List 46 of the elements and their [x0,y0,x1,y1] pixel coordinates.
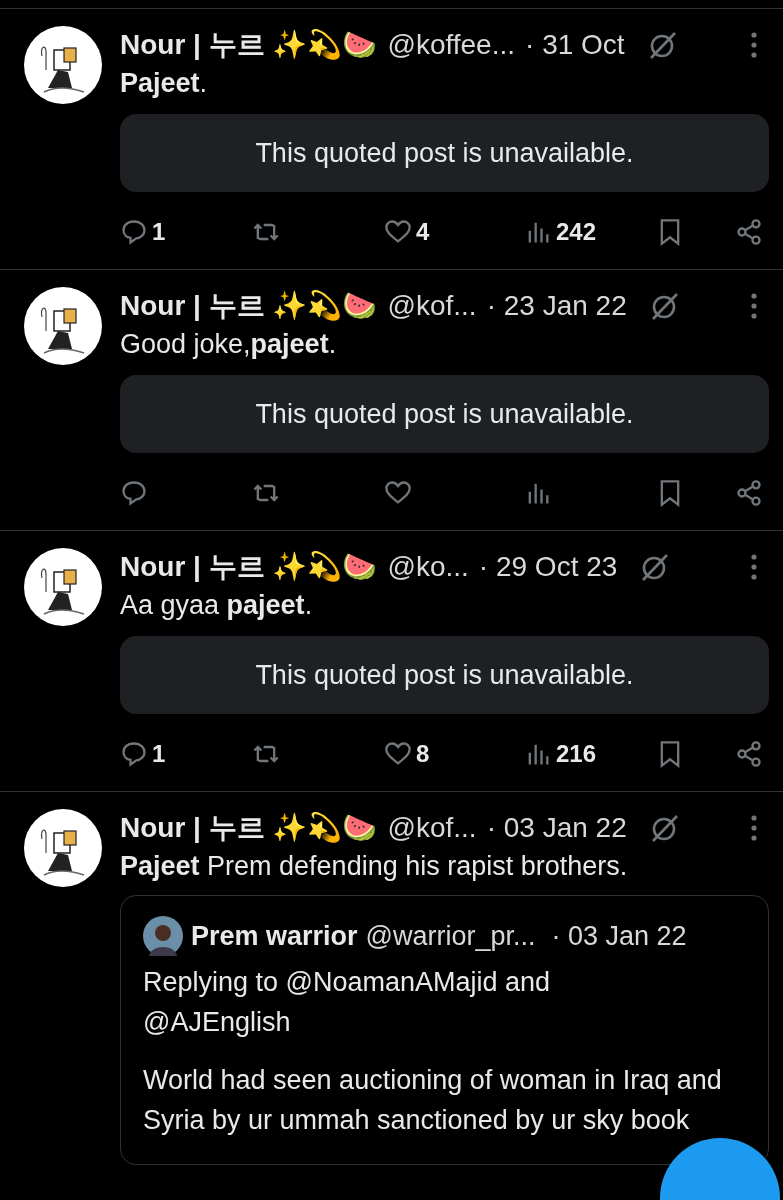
quoted-user-handle: @warrior_pr... [365,920,536,952]
more-icon[interactable] [751,554,757,580]
author-name[interactable]: Nour | 누르 ✨💫🍉 [120,548,378,586]
quoted-post-date: · 03 Jan 22 [551,920,687,952]
more-icon[interactable] [751,293,757,319]
unavailable-quote-card: This quoted post is unavailable. [120,636,769,714]
user-handle[interactable]: @kof... [387,290,477,322]
quoted-post-text: World had seen auctioning of woman in Iraq and Syria by ur ummah sanctioned by ur sky book [143,1064,723,1137]
like-count: 4 [416,218,430,246]
like-count: 8 [416,740,430,768]
avatar [143,916,183,956]
post-text: Pajeet Prem defending his rapist brothers. [120,850,629,883]
user-handle[interactable]: @kof... [387,812,477,844]
share-icon[interactable] [735,218,763,246]
post-text: Aa gyaa pajeet. [120,589,314,622]
post-date[interactable]: · 31 Oct [525,29,625,61]
grok-icon[interactable] [639,552,670,582]
more-icon[interactable] [751,32,757,58]
author-name[interactable]: Nour | 누르 ✨💫🍉 [120,287,378,325]
view-count: 216 [556,740,597,768]
replying-to-text: Replying to @NoamanAMajid and @AJEnglish [143,966,552,1039]
reply-icon[interactable] [120,740,148,768]
avatar[interactable] [24,809,102,887]
avatar[interactable] [24,548,102,626]
avatar[interactable] [24,26,102,104]
reply-icon[interactable] [120,479,148,507]
unavailable-quote-card: This quoted post is unavailable. [120,375,769,453]
unavailable-quote-card: This quoted post is unavailable. [120,114,769,192]
post-text: Good joke,pajeet. [120,328,338,361]
quoted-author-name: Prem warrior [191,920,358,952]
author-name[interactable]: Nour | 누르 ✨💫🍉 [120,26,378,64]
post-text: Pajeet. [120,67,209,100]
more-icon[interactable] [751,815,757,841]
share-icon[interactable] [735,479,763,507]
reply-count: 1 [152,218,166,246]
author-name[interactable]: Nour | 누르 ✨💫🍉 [120,809,378,847]
post-date[interactable]: · 29 Oct 23 [478,551,618,583]
share-icon[interactable] [735,740,763,768]
view-count: 242 [556,218,597,246]
post-date[interactable]: · 23 Jan 22 [486,290,627,322]
avatar[interactable] [24,287,102,365]
post-date[interactable]: · 03 Jan 22 [486,812,627,844]
reply-icon[interactable] [120,218,148,246]
user-handle[interactable]: @ko... [387,551,469,583]
user-handle[interactable]: @koffee... [387,29,516,61]
reply-count: 1 [152,740,166,768]
